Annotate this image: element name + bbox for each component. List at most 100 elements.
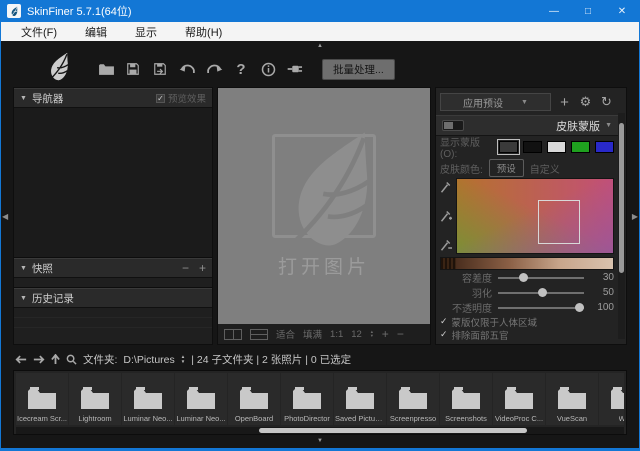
back-arrow-icon[interactable] (15, 355, 27, 364)
search-icon[interactable] (66, 354, 77, 365)
snapshot-header[interactable]: ▼ 快照 − + (14, 258, 212, 278)
info-icon[interactable] (258, 59, 278, 79)
up-folder-icon[interactable] (51, 354, 60, 365)
collapse-history-icon[interactable]: ▼ (20, 295, 27, 302)
folder-item[interactable]: Icecream Scr... (16, 373, 68, 425)
mask-color-green-swatch[interactable] (571, 141, 590, 153)
split-view-vertical-icon[interactable] (224, 329, 242, 340)
tolerance-slider[interactable] (498, 277, 584, 279)
preset-settings-gear-icon[interactable]: ⚙ (578, 94, 593, 110)
folder-label: 文件夹: (83, 352, 117, 367)
help-icon[interactable]: ? (231, 59, 251, 79)
color-selection-rect[interactable] (538, 200, 580, 244)
zoom-fill-button[interactable]: 填满 (303, 327, 322, 341)
skin-color-preset-button[interactable]: 预设 (489, 159, 524, 177)
zoom-fit-button[interactable]: 适合 (276, 327, 295, 341)
thumbnail-scrollbar[interactable] (16, 427, 624, 434)
apply-preset-dropdown[interactable]: 应用预设 ▼ (440, 93, 551, 111)
folder-item[interactable]: Win (599, 373, 624, 425)
mask-color-none-swatch[interactable] (499, 141, 518, 153)
collapse-snapshot-icon[interactable]: ▼ (20, 265, 27, 272)
zoom-in-button[interactable]: + (382, 327, 389, 341)
zoom-stepper-icon[interactable]: ▲▼ (370, 330, 374, 338)
menu-help[interactable]: 帮助(H) (171, 24, 236, 40)
color-gradient-field[interactable] (456, 178, 614, 254)
folder-stepper-icon[interactable]: ▲▼ (181, 355, 185, 364)
collapse-bottom-arrow-icon[interactable]: ▼ (13, 435, 627, 447)
add-preset-button[interactable]: + (557, 94, 572, 111)
plugin-icon[interactable] (285, 59, 305, 79)
tone-gradient-segment[interactable] (456, 258, 613, 269)
undo-icon[interactable] (177, 59, 197, 79)
navigator-header[interactable]: ▼ 导航器 ✓ 预览效果 (14, 88, 212, 108)
exclude-features-checkbox[interactable]: ✓ 排除面部五官 (440, 328, 614, 341)
feather-slider[interactable] (498, 292, 584, 294)
folder-item[interactable]: VueScan (546, 373, 598, 425)
folder-path[interactable]: D:\Pictures (123, 354, 174, 366)
open-folder-icon[interactable] (96, 59, 116, 79)
app-body: ▲ ? (1, 41, 639, 448)
folder-item[interactable]: Lightroom (69, 373, 121, 425)
history-header[interactable]: ▼ 历史记录 (14, 288, 212, 308)
zoom-out-button[interactable]: − (397, 327, 404, 341)
forward-arrow-icon[interactable] (33, 355, 45, 364)
feather-value: 50 (590, 287, 614, 298)
folder-item[interactable]: Saved Pictures (334, 373, 386, 425)
close-button[interactable]: ✕ (605, 0, 639, 22)
folder-item[interactable]: PhotoDirector (281, 373, 333, 425)
skin-mask-title: 皮肤蒙版 (556, 118, 600, 134)
folder-item[interactable]: Screenshots (440, 373, 492, 425)
eyedropper-icon[interactable] (440, 180, 452, 194)
batch-process-button[interactable]: 批量处理... (322, 59, 395, 80)
checkbox-check-icon[interactable]: ✓ (156, 94, 165, 103)
skin-mask-toggle[interactable] (442, 120, 464, 131)
split-view-horizontal-icon[interactable] (250, 329, 268, 340)
navigator-title: 导航器 (32, 91, 64, 106)
maximize-button[interactable]: □ (571, 0, 605, 22)
save-as-icon[interactable] (150, 59, 170, 79)
redo-icon[interactable] (204, 59, 224, 79)
snapshot-add-button[interactable]: + (199, 261, 206, 275)
save-icon[interactable] (123, 59, 143, 79)
mask-color-white-swatch[interactable] (547, 141, 566, 153)
zoom-value[interactable]: 12 (351, 329, 362, 340)
eyedropper-remove-icon[interactable] (440, 238, 452, 252)
tone-range-bar[interactable] (440, 257, 614, 270)
skin-color-label: 皮肤颜色: (440, 161, 483, 176)
canvas-open-image-dropzone[interactable]: 打开图片 (218, 88, 430, 324)
opacity-slider[interactable] (498, 307, 584, 309)
collapse-navigator-icon[interactable]: ▼ (20, 95, 27, 102)
folder-item[interactable]: Luminar Neo... (175, 373, 227, 425)
snapshot-remove-button[interactable]: − (182, 261, 189, 275)
main-area: ▼ 导航器 ✓ 预览效果 ▼ 快照 − + (13, 87, 627, 345)
menu-view[interactable]: 显示 (121, 24, 171, 40)
right-panel-collapse-icon[interactable]: ▶ (632, 212, 638, 221)
mask-color-black-swatch[interactable] (523, 141, 542, 153)
left-panel-collapse-icon[interactable]: ◀ (2, 212, 8, 221)
folder-item[interactable]: Screenpresso (387, 373, 439, 425)
menu-file[interactable]: 文件(F) (7, 24, 71, 40)
collapse-top-arrow-icon[interactable]: ▲ (13, 41, 627, 51)
folder-item[interactable]: Luminar Neo... (122, 373, 174, 425)
skin-color-custom-button[interactable]: 自定义 (530, 161, 560, 176)
folder-item[interactable]: VideoProc C... (493, 373, 545, 425)
title-bar[interactable]: SkinFiner 5.7.1(64位) — □ ✕ (1, 0, 639, 22)
right-panel-scrollbar[interactable] (618, 113, 625, 339)
app-logo-leaf-icon (7, 4, 21, 18)
limit-body-checkbox[interactable]: ✓ 蒙版仅限于人体区域 (440, 315, 614, 328)
reset-icon[interactable]: ↻ (599, 94, 614, 110)
folder-icon (291, 385, 323, 411)
skin-color-picker (440, 178, 614, 254)
app-window: SkinFiner 5.7.1(64位) — □ ✕ 文件(F) 编辑 显示 帮… (0, 0, 640, 451)
mask-color-blue-swatch[interactable] (595, 141, 614, 153)
eyedropper-add-icon[interactable] (440, 209, 452, 223)
zoom-actual-button[interactable]: 1:1 (330, 329, 343, 340)
folder-icon (397, 385, 429, 411)
tone-dark-segment[interactable] (441, 258, 456, 269)
folder-item[interactable]: OpenBoard (228, 373, 280, 425)
skin-mask-header[interactable]: 皮肤蒙版 ▼ (436, 115, 618, 136)
preview-checkbox[interactable]: ✓ 预览效果 (156, 91, 206, 105)
collapse-skin-mask-icon[interactable]: ▼ (605, 122, 612, 129)
minimize-button[interactable]: — (537, 0, 571, 22)
menu-edit[interactable]: 编辑 (71, 24, 121, 40)
